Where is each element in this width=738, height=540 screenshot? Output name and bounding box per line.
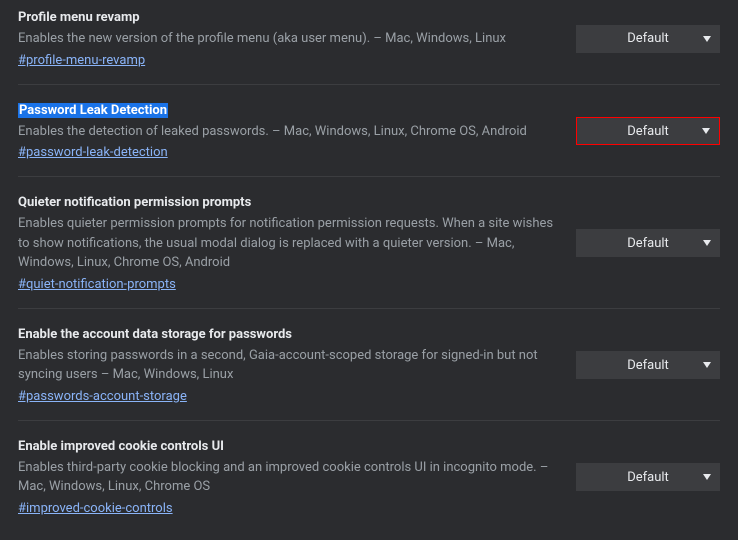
flag-description: Enables storing passwords in a second, G… [18,346,556,385]
dropdown-label: Default [627,124,669,139]
flag-anchor-link[interactable]: #improved-cookie-controls [18,501,173,516]
flag-title: Password Leak Detection [18,103,168,118]
chevron-down-icon [703,240,711,246]
flag-content: Enable the account data storage for pass… [18,327,576,404]
flag-content: Enable improved cookie controls UI Enable… [18,439,576,516]
chevron-down-icon [703,36,711,42]
flag-anchor-link[interactable]: #passwords-account-storage [18,389,187,404]
flag-description: Enables quieter permission prompts for n… [18,214,556,273]
flag-description: Enables third-party cookie blocking and … [18,458,556,497]
dropdown-label: Default [627,31,669,46]
chevron-down-icon [702,128,710,134]
flag-title: Quieter notification permission prompts [18,195,251,210]
flag-control: Default [576,117,720,145]
flag-title: Enable improved cookie controls UI [18,439,224,454]
flag-description: Enables the new version of the profile m… [18,29,556,49]
flag-row: Profile menu revamp Enables the new versi… [18,10,720,85]
flag-dropdown[interactable]: Default [576,463,720,491]
dropdown-label: Default [627,236,669,251]
flag-control: Default [576,463,720,491]
flag-row: Quieter notification permission prompts E… [18,177,720,309]
flag-dropdown[interactable]: Default [576,117,720,145]
dropdown-label: Default [627,358,669,373]
flag-anchor-link[interactable]: #profile-menu-revamp [18,53,145,68]
flags-list: Profile menu revamp Enables the new versi… [18,10,720,532]
flag-anchor-link[interactable]: #password-leak-detection [18,145,168,160]
flag-content: Profile menu revamp Enables the new versi… [18,10,576,68]
flag-title: Profile menu revamp [18,10,140,25]
flag-dropdown[interactable]: Default [576,229,720,257]
flag-title: Enable the account data storage for pass… [18,327,292,342]
flag-control: Default [576,351,720,379]
chevron-down-icon [703,362,711,368]
flag-control: Default [576,229,720,257]
flag-dropdown[interactable]: Default [576,351,720,379]
dropdown-label: Default [627,470,669,485]
flag-row: Enable the account data storage for pass… [18,309,720,421]
flag-row: Enable improved cookie controls UI Enable… [18,421,720,532]
flag-anchor-link[interactable]: #quiet-notification-prompts [18,277,176,292]
flag-dropdown[interactable]: Default [576,25,720,53]
flag-row: Password Leak Detection Enables the detec… [18,85,720,178]
flag-description: Enables the detection of leaked password… [18,122,556,142]
chevron-down-icon [703,474,711,480]
flag-content: Password Leak Detection Enables the detec… [18,103,576,161]
flag-content: Quieter notification permission prompts E… [18,195,576,292]
flag-control: Default [576,25,720,53]
